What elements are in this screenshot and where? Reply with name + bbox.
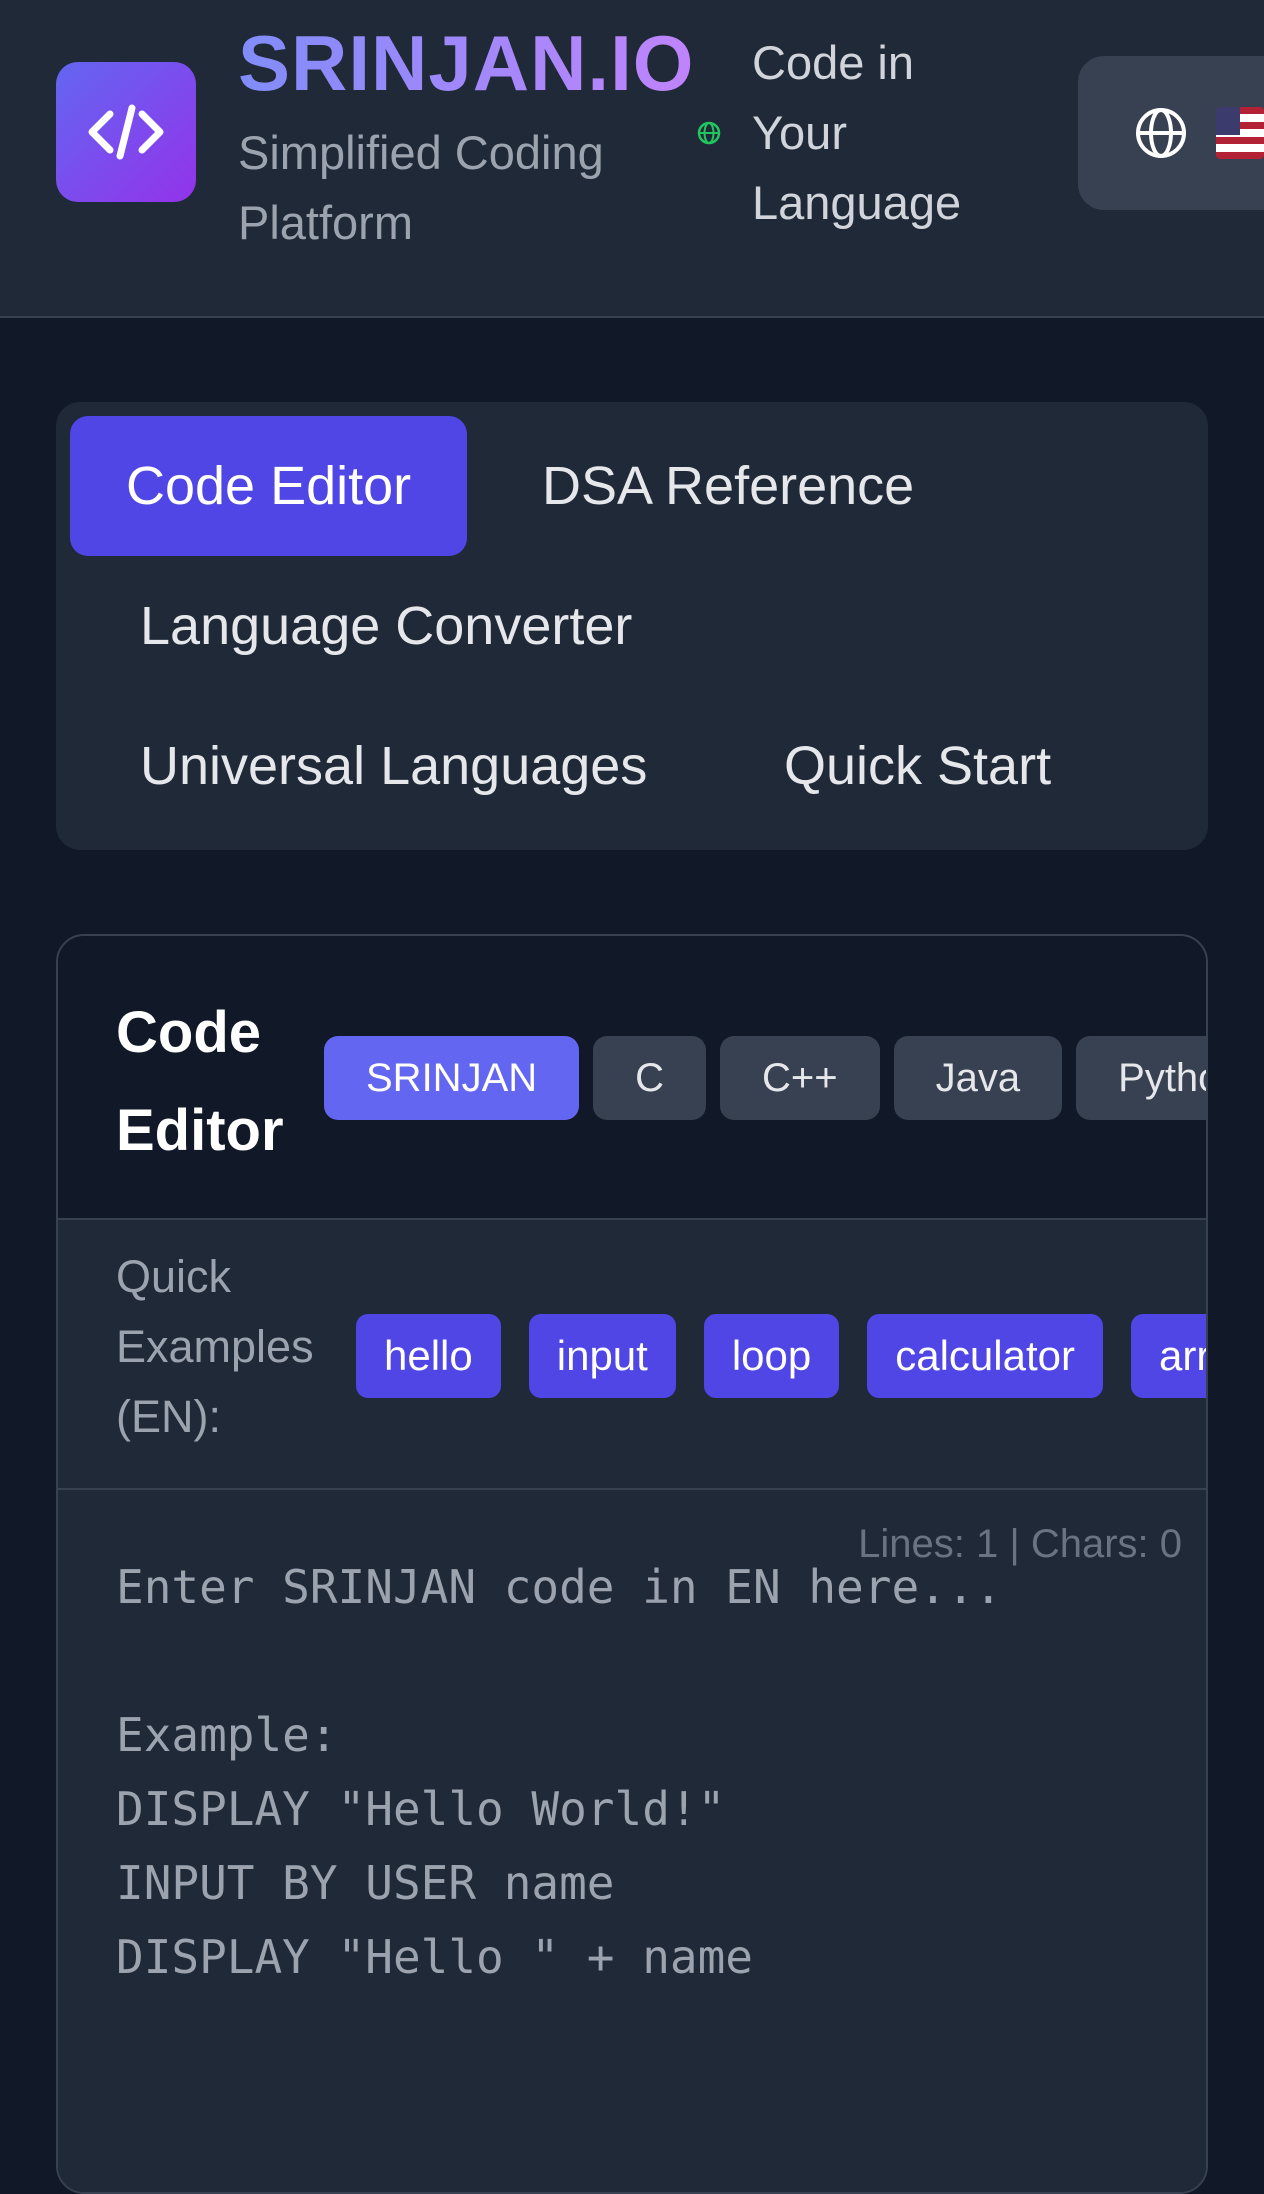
example-chip-loop[interactable]: loop	[703, 1314, 840, 1398]
tab-universal-languages[interactable]: Universal Languages	[84, 696, 703, 836]
status-globe-icon	[697, 121, 721, 145]
code-editor-panel: Code Editor SRINJAN C C++ Java Python Qu…	[56, 934, 1208, 2194]
tab-code-editor[interactable]: Code Editor	[70, 416, 468, 556]
tab-language-converter[interactable]: Language Converter	[84, 556, 688, 696]
language-option-c[interactable]: C	[593, 1036, 707, 1120]
example-chip-input[interactable]: input	[528, 1314, 676, 1398]
language-switcher-button[interactable]	[1078, 56, 1264, 210]
language-option-cpp[interactable]: C++	[720, 1036, 880, 1120]
language-selector: SRINJAN C C++ Java Python	[324, 1036, 1206, 1120]
tab-dsa-reference[interactable]: DSA Reference	[486, 416, 970, 556]
code-placeholder: Enter SRINJAN code in EN here... Example…	[116, 1560, 1003, 1984]
globe-icon	[1136, 108, 1186, 158]
tab-quick-start[interactable]: Quick Start	[728, 696, 1107, 836]
editor-title: Code Editor	[116, 1000, 284, 1163]
quick-examples-bar: Quick Examples (EN): hello input loop ca…	[58, 1220, 1206, 1490]
logo[interactable]	[56, 62, 196, 202]
code-input[interactable]: Lines: 1 | Chars: 0 Enter SRINJAN code i…	[58, 1492, 1206, 2192]
brand-subtitle: Simplified Coding Platform	[238, 126, 604, 249]
language-option-srinjan[interactable]: SRINJAN	[324, 1036, 580, 1120]
tagline: Code in Your Language	[752, 36, 962, 229]
quick-examples-label: Quick Examples (EN):	[116, 1251, 314, 1442]
example-chip-hello[interactable]: hello	[356, 1314, 501, 1398]
us-flag-icon	[1216, 107, 1264, 159]
app-header: SRINJAN.IO Simplified Coding Platform Co…	[0, 0, 1264, 318]
editor-header: Code Editor SRINJAN C C++ Java Python	[58, 936, 1206, 1220]
main-tabs: Code Editor DSA Reference Language Conve…	[56, 402, 1208, 850]
example-chip-array[interactable]: array	[1131, 1314, 1206, 1398]
code-brackets-icon	[88, 104, 164, 160]
quick-examples-list: hello input loop calculator array	[356, 1314, 1206, 1398]
language-option-python[interactable]: Python	[1076, 1036, 1206, 1120]
example-chip-calculator[interactable]: calculator	[867, 1314, 1103, 1398]
brand-title: SRINJAN.IO	[238, 19, 695, 107]
language-option-java[interactable]: Java	[893, 1036, 1063, 1120]
